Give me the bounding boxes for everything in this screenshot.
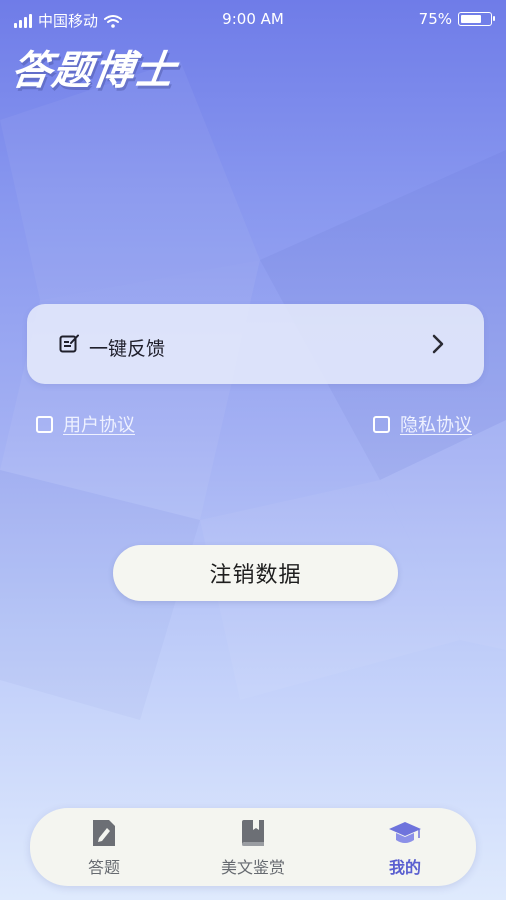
user-agreement: 用户协议	[36, 411, 135, 437]
privacy-agreement: 隐私协议	[373, 411, 472, 437]
tab-answer[interactable]: 答题	[44, 818, 164, 878]
feedback-label: 一键反馈	[89, 338, 166, 360]
chevron-right-icon	[432, 334, 444, 354]
privacy-agreement-checkbox[interactable]	[373, 415, 390, 433]
tab-bar: 答题 美文鉴赏 我的	[30, 808, 476, 886]
battery-icon	[458, 12, 495, 26]
screen: 中国移动 9:00 AM 75% 答题博士 一键反馈 用户协议 隐私协议 注销数…	[0, 0, 506, 900]
clear-data-button[interactable]: 注销数据	[113, 545, 398, 601]
graduation-cap-icon	[389, 822, 421, 843]
tab-essays-label: 美文鉴赏	[220, 858, 285, 877]
user-agreement-checkbox[interactable]	[36, 415, 53, 433]
app-logo: 答题博士	[8, 48, 179, 94]
tab-mine[interactable]: 我的	[345, 818, 465, 878]
tab-mine-label: 我的	[388, 858, 421, 877]
status-right: 75%	[418, 10, 495, 28]
user-agreement-link[interactable]: 用户协议	[63, 411, 135, 437]
privacy-agreement-link[interactable]: 隐私协议	[400, 411, 472, 437]
feedback-row[interactable]: 一键反馈	[27, 304, 484, 384]
document-edit-icon	[93, 820, 115, 846]
status-bar: 中国移动 9:00 AM 75%	[0, 0, 506, 40]
book-icon	[242, 820, 264, 846]
battery-percent: 75%	[418, 10, 452, 28]
tab-essays[interactable]: 美文鉴赏	[193, 818, 313, 878]
tab-answer-label: 答题	[87, 858, 120, 877]
edit-note-icon	[59, 334, 79, 353]
background-pattern	[0, 60, 506, 720]
